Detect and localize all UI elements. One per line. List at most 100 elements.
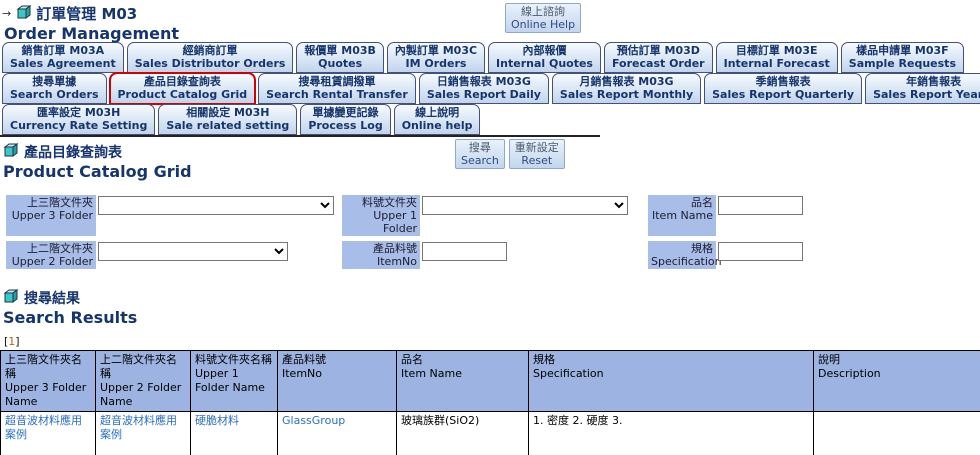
tab-label: 單據變更記錄 xyxy=(312,106,379,119)
tab-sales-distributor-orders[interactable]: 經銷商訂單 Sales Distributor Orders xyxy=(126,42,294,73)
tab-sale-related-setting[interactable]: 相關設定 M03H Sale related setting xyxy=(158,104,298,135)
cell-desc xyxy=(813,411,980,455)
col-upper1-folder-name: 料號文件夾名稱 Upper 1 Folder Name xyxy=(190,350,278,412)
tab-label: Sample Requests xyxy=(848,57,956,70)
tab-online-help[interactable]: 線上說明 Online help xyxy=(393,104,481,135)
tab-label: 匯率設定 M03H xyxy=(37,106,121,119)
upper1-folder-select[interactable] xyxy=(422,196,628,215)
search-button-label-zh: 搜尋 xyxy=(468,141,491,154)
tab-sample-requests[interactable]: 樣品申請單 M03F Sample Requests xyxy=(840,42,964,73)
upper1-folder-label: 料號文件夾 Upper 1 Folder xyxy=(342,195,420,236)
specification-label: 規格 Specification xyxy=(648,241,722,269)
app-header: → 訂單管理 M03 Order Management 線上諮詢 Online … xyxy=(0,0,980,43)
field-label-en: ItemNo xyxy=(377,255,417,268)
col-label-en: Specification xyxy=(533,367,604,380)
item-name-input[interactable] xyxy=(718,196,803,215)
field-label-en: Item Name xyxy=(652,209,713,222)
upper2-folder-select[interactable] xyxy=(98,242,288,261)
upper3-folder-select[interactable] xyxy=(98,196,334,215)
tab-label: 年銷售報表 xyxy=(906,75,962,88)
tab-label: 季銷售報表 xyxy=(755,75,811,88)
tab-label: 目標訂單 M03E xyxy=(735,44,818,57)
tab-label: Search Rental Transfer xyxy=(266,88,408,101)
section-icon xyxy=(2,289,19,307)
cell-spec: 1. 密度 2. 硬度 3. xyxy=(528,411,814,455)
online-help-label-en: Online Help xyxy=(511,18,576,31)
search-button[interactable]: 搜尋 Search xyxy=(455,139,505,169)
col-itemno: 產品料號 ItemNo xyxy=(277,350,397,412)
tab-sales-report-monthly[interactable]: 月銷售報表 M03G Sales Report Monthly xyxy=(551,73,702,104)
upper3-link[interactable]: 超音波材料應用案例 xyxy=(5,414,82,441)
tab-label: Sales Report Quarterly xyxy=(712,88,855,101)
tab-label: 相關設定 M03H xyxy=(186,106,270,119)
tab-label: Internal Quotes xyxy=(496,57,593,70)
item-no-label: 產品料號 ItemNo xyxy=(342,241,420,269)
catalog-title-zh: 產品目錄查詢表 xyxy=(24,145,122,161)
col-label-en: Description xyxy=(818,367,881,380)
col-label-zh: 產品料號 xyxy=(282,353,326,366)
col-item-name: 品名 Item Name xyxy=(396,350,529,412)
col-label-zh: 上二階文件夾名稱 xyxy=(100,353,177,380)
tab-label: Internal Forecast xyxy=(723,57,830,70)
tab-label: IM Orders xyxy=(405,57,467,70)
tab-process-log[interactable]: 單據變更記錄 Process Log xyxy=(300,104,391,135)
tab-label: 內製訂單 M03C xyxy=(394,44,478,57)
tab-sales-report-yearly[interactable]: 年銷售報表Sales Report Yearly xyxy=(865,73,980,104)
results-title-en: Search Results xyxy=(3,308,138,327)
upper2-folder-label: 上二階文件夾 Upper 2 Folder xyxy=(6,241,96,269)
tab-internal-quotes[interactable]: 內部報價 Internal Quotes xyxy=(488,42,601,73)
col-label-zh: 料號文件夾名稱 xyxy=(195,353,272,366)
tab-search-rental-transfer[interactable]: 搜尋租賃調撥單 Search Rental Transfer xyxy=(258,73,416,104)
results-section-header: 搜尋結果 Search Results xyxy=(0,283,980,327)
field-label-en: Upper 2 Folder xyxy=(11,255,93,268)
tab-row-3: 匯率設定 M03H Currency Rate Setting 相關設定 M03H… xyxy=(0,104,980,135)
tab-sales-report-quarterly[interactable]: 季銷售報表 Sales Report Quarterly xyxy=(704,73,863,104)
reset-button[interactable]: 重新設定 Reset xyxy=(508,139,565,169)
upper3-folder-label: 上三階文件夾 Upper 3 Folder xyxy=(6,195,96,236)
field-label-en: Upper 3 Folder xyxy=(11,209,93,222)
tab-label: 線上說明 xyxy=(415,106,460,119)
upper2-link[interactable]: 超音波材料應用案例 xyxy=(100,414,177,441)
tab-im-orders[interactable]: 內製訂單 M03C IM Orders xyxy=(386,42,486,73)
tab-label: Sales Report Daily xyxy=(426,88,541,101)
tab-internal-forecast[interactable]: 目標訂單 M03E Internal Forecast xyxy=(715,42,838,73)
itemno-link[interactable]: GlassGroup xyxy=(282,414,345,427)
field-label-zh: 上二階文件夾 xyxy=(27,242,93,255)
table-header-row: 上三階文件夾名稱 Upper 3 Folder Name 上二階文件夾名稱 Uppe… xyxy=(0,350,980,412)
col-label-zh: 說明 xyxy=(818,353,840,366)
tab-row-2: 搜尋單據 Search Orders 產品目錄查詢表 Product Catalog… xyxy=(0,72,980,105)
results-table: 上三階文件夾名稱 Upper 3 Folder Name 上二階文件夾名稱 Uppe… xyxy=(0,350,980,455)
tab-sales-agreement[interactable]: 銷售訂單 M03A Sales Agreement xyxy=(2,42,124,73)
tab-label: Sales Agreement xyxy=(10,57,116,70)
tab-label: 搜尋租賃調撥單 xyxy=(298,75,376,88)
upper1-link[interactable]: 硬脆材料 xyxy=(195,414,239,427)
tab-forecast-order[interactable]: 預估訂單 M03D Forecast Order xyxy=(603,42,713,73)
col-label-zh: 品名 xyxy=(401,353,423,366)
action-buttons: 搜尋 Search 重新設定 Reset xyxy=(455,139,565,169)
tab-label: 預估訂單 M03D xyxy=(616,44,700,57)
col-label-zh: 上三階文件夾名稱 xyxy=(5,353,82,380)
col-upper3-folder-name: 上三階文件夾名稱 Upper 3 Folder Name xyxy=(0,350,96,412)
col-label-en: ItemNo xyxy=(282,367,322,380)
field-label-zh: 品名 xyxy=(691,196,713,209)
section-icon xyxy=(2,143,19,161)
tab-search-orders[interactable]: 搜尋單據 Search Orders xyxy=(2,73,107,104)
page-title-zh: 訂單管理 M03 xyxy=(36,5,138,23)
app-icon xyxy=(15,4,32,23)
tab-product-catalog-grid[interactable]: 產品目錄查詢表 Product Catalog Grid xyxy=(108,72,257,105)
item-no-input[interactable] xyxy=(422,242,507,261)
tab-label: 報價單 M03B xyxy=(304,44,376,57)
field-label-zh: 上三階文件夾 xyxy=(27,196,93,209)
online-help-button[interactable]: 線上諮詢 Online Help xyxy=(505,3,582,33)
tab-label: Process Log xyxy=(308,119,383,132)
tab-currency-rate-setting[interactable]: 匯率設定 M03H Currency Rate Setting xyxy=(2,104,156,135)
col-label-en: Upper 3 Folder Name xyxy=(5,381,87,408)
tab-label: Forecast Order xyxy=(611,57,705,70)
col-label-en: Upper 2 Folder Name xyxy=(100,381,182,408)
tab-sales-report-daily[interactable]: 日銷售報表 M03G Sales Report Daily xyxy=(418,73,549,104)
specification-input[interactable] xyxy=(718,242,803,261)
cell-upper1: 硬脆材料 xyxy=(190,411,278,455)
tab-label: Quotes xyxy=(318,57,363,70)
col-description: 說明 Description xyxy=(813,350,980,412)
tab-quotes[interactable]: 報價單 M03B Quotes xyxy=(296,42,384,73)
